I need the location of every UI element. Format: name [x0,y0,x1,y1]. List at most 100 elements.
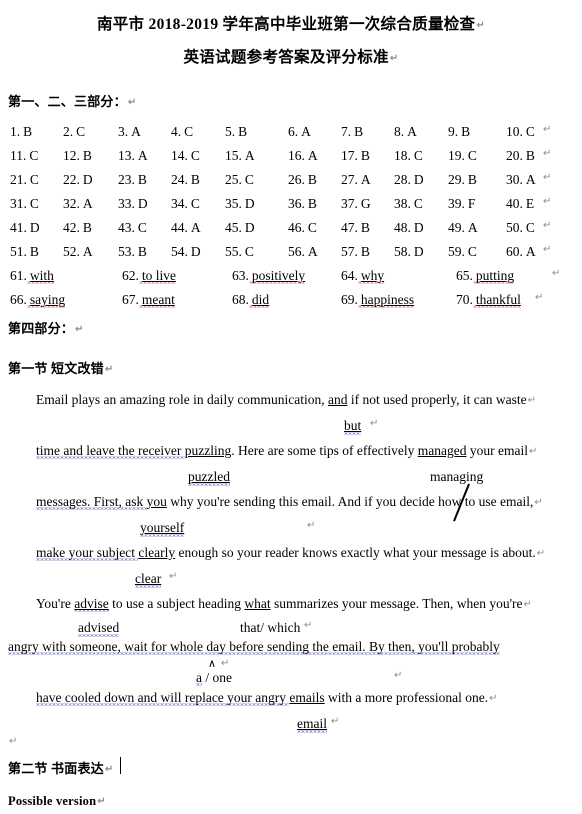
answer-number: 43. [118,220,135,235]
answer-value: A [307,148,318,163]
proof-line-7-pre: have cooled down and will replace your a… [36,690,290,705]
answer-row: 31. C 32. A 33. D 34. C 35. D 36. B 37. G 38. C 39. F 40. E… [0,196,582,220]
answer-number: 46. [288,220,305,235]
fill-in-value: why [358,268,385,284]
proof-line-3: messages. First, ask you why you're send… [0,494,582,515]
answer-number: 23. [118,172,135,187]
answer-value: C [190,148,200,163]
answer-item-28: 28. D [394,172,424,188]
answer-item-24: 24. B [171,172,200,188]
correction-advised: advised [78,620,120,636]
answer-row: 41. D 42. B 43. C 44. A 45. D 46. C 47. B 48. D 49. A 50. C… [0,220,582,244]
answer-item-56: 56. A [288,244,318,260]
answer-number: 30. [506,172,523,187]
proof-line-7-post: with a more professional one. [324,690,489,705]
document-title-line2-text: 英语试题参考答案及评分标准 [183,49,389,66]
answer-number: 4. [171,124,182,139]
fill-in-value: with [27,268,54,284]
pilcrow-mark: ↵ [307,520,316,531]
proof-line-4: make your subject clearly enough so your… [0,545,582,566]
answer-value: B [525,148,535,163]
answer-number: 32. [63,196,80,211]
answer-value: D [29,220,40,235]
answer-value: G [360,196,371,211]
answer-number: 48. [394,220,411,235]
answer-item-29: 29. B [448,172,477,188]
answer-item-10: 10. C [506,124,535,140]
answer-number: 11. [10,148,27,163]
pilcrow-mark: ↵ [543,148,552,159]
answer-number: 17. [341,148,358,163]
answer-value: B [467,172,477,187]
answer-item-20: 20. B [506,148,535,164]
proofreading-passage: Email plays an amazing role in daily com… [0,392,582,739]
answer-value: A [137,148,148,163]
answer-value: D [82,172,93,187]
correction-clear: clear [135,571,162,587]
proof-corr-row-4: clear ↵ [0,566,582,596]
answer-item-31: 31. C [10,196,39,212]
answer-value: E [525,196,535,211]
answer-value: A [525,244,536,259]
answer-number: 35. [225,196,242,211]
answer-value: B [354,124,364,139]
fill-in-value: positively [249,268,306,284]
answer-value: A [407,124,417,139]
multiple-choice-answer-grid: 1. B 2. C 3. A 4. C 5. B 6. A 7. B 8. A 9. B 10. C ↵ 11. C 12. B… [0,124,582,268]
answer-item-46: 46. C [288,220,317,236]
answer-item-50: 50. C [506,220,535,236]
answer-item-41: 41. D [10,220,40,236]
proof-line-1-post: if not used properly, it can waste [347,392,527,407]
answer-item-5: 5. B [225,124,247,140]
answer-item-4: 4. C [171,124,193,140]
answer-number: 33. [118,196,135,211]
answer-number: 10. [506,124,523,139]
answer-item-7: 7. B [341,124,363,140]
pilcrow-mark: ↵ [543,220,552,231]
pilcrow-mark: ↵ [304,620,313,631]
pilcrow-mark: ↵ [389,53,399,64]
answer-value: B [360,220,370,235]
answer-item-6: 6. A [288,124,311,140]
answer-item-40: 40. E [506,196,534,212]
answer-number: 1. [10,124,21,139]
fill-in-number: 69. [341,292,358,307]
answer-number: 39. [448,196,465,211]
answer-number: 15. [225,148,242,163]
answer-number: 25. [225,172,242,187]
fill-in-number: 68. [232,292,249,307]
fill-in-item-64: 64. why [341,268,385,284]
pilcrow-mark: ↵ [528,446,538,457]
answer-number: 3. [118,124,129,139]
answer-value: C [525,124,535,139]
answer-value: B [190,172,200,187]
fill-in-blank-answer-grid: 61. with 62. to live 63. positively 64. why 65. p… [0,268,582,316]
answer-item-34: 34. C [171,196,200,212]
proof-line-5-error-word-1: advise [74,596,109,611]
answer-number: 22. [63,172,80,187]
pilcrow-mark: ↵ [552,268,561,279]
fill-in-value: to live [139,268,176,284]
answer-number: 8. [394,124,405,139]
fill-in-item-66: 66. saying [10,292,66,308]
answer-value: A [131,124,141,139]
answer-number: 31. [10,196,27,211]
answer-number: 18. [394,148,411,163]
answer-number: 21. [10,172,27,187]
possible-version-label: Possible version↵ [8,794,106,809]
answer-number: 28. [394,172,411,187]
fill-in-number: 62. [122,268,139,283]
pilcrow-mark: ↵ [476,20,486,31]
pilcrow-mark: ↵ [527,395,537,406]
answer-item-8: 8. A [394,124,417,140]
pilcrow-mark: ↵ [535,292,544,303]
answer-value: A [82,196,93,211]
answer-item-9: 9. B [448,124,470,140]
fill-in-value: thankful [473,292,521,308]
proof-line-5-post: to use a subject heading [108,596,245,611]
answer-number: 26. [288,172,305,187]
heading-section-one-text: 第一节 短文改错 [8,361,104,376]
answer-number: 44. [171,220,188,235]
answer-item-58: 58. D [394,244,424,260]
proof-corr-row-3: yourself ↵ [0,515,582,545]
